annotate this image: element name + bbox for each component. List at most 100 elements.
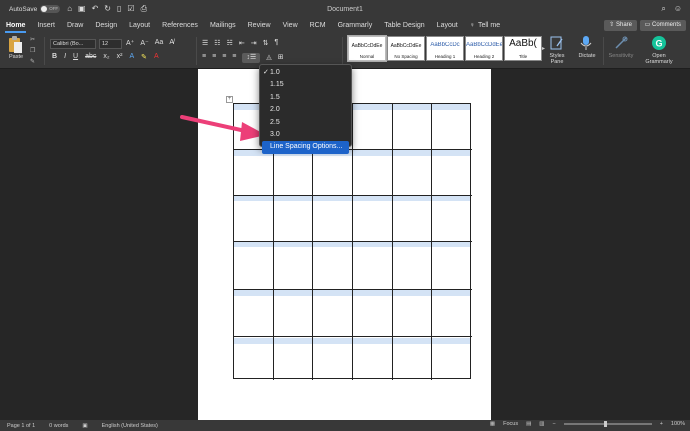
grow-font-icon[interactable]: A⁺ [126,39,134,47]
save-icon[interactable]: ▣ [78,4,86,14]
superscript-icon[interactable]: x² [117,53,123,61]
tab-draw[interactable]: Draw [61,18,89,33]
tab-view[interactable]: View [277,18,304,33]
zoom-slider-thumb[interactable] [603,421,607,427]
style-heading-1[interactable]: AaBbCcDc Heading 1 [426,36,464,61]
font-color-icon[interactable]: A [154,53,159,61]
subscript-icon[interactable]: x₂ [103,53,109,61]
font-size-select[interactable]: 12 [99,39,122,49]
line-spacing-item[interactable]: 3.0 [260,129,351,141]
language-status[interactable]: English (United States) [102,423,158,429]
underline-icon[interactable]: U [73,53,78,61]
tell-me[interactable]: ♀ Tell me [464,18,506,33]
zoom-slider[interactable] [563,421,652,427]
grammarly-icon[interactable]: G [652,36,666,50]
tab-rcm[interactable]: RCM [304,18,332,33]
comments-button[interactable]: ▭ Comments [639,20,686,31]
sort-icon[interactable]: ⇅ [263,39,269,47]
style-no-spacing[interactable]: AaBbCcDdEe No Spacing [387,36,425,61]
italic-icon[interactable]: I [64,53,66,61]
pilcrow-icon[interactable]: ¶ [274,39,278,47]
styles-pane-icon[interactable] [550,36,564,50]
check-icon[interactable]: ☑ [127,4,134,14]
redo-icon[interactable]: ↻ [104,4,111,14]
line-spacing-item[interactable]: 2.5 [260,117,351,129]
decrease-indent-icon[interactable]: ⇤ [239,39,245,47]
shrink-font-icon[interactable]: A⁻ [140,39,148,47]
line-spacing-button[interactable]: ↕☰ [242,53,261,63]
tab-table-layout[interactable]: Layout [431,18,464,33]
proofing-icon[interactable]: ▣ [82,423,87,429]
tab-references[interactable]: References [156,18,204,33]
tab-mailings[interactable]: Mailings [204,18,242,33]
align-right-icon[interactable]: ≡ [222,53,226,63]
bullets-icon[interactable]: ☰ [202,39,208,47]
style-heading-2[interactable]: AaBbCcDdEe Heading 2 [465,36,503,61]
style-title[interactable]: AaBb( Title [504,36,542,61]
clipboard-icon[interactable] [7,36,23,54]
zoom-in-icon[interactable]: + [660,421,663,427]
autosave-toggle[interactable]: OFF [40,5,61,13]
tab-table-design[interactable]: Table Design [378,18,430,33]
ribbon-tabs: Home Insert Draw Design Layout Reference… [0,18,690,33]
home-icon[interactable]: ⌂ [67,4,72,14]
cut-icon[interactable]: ✂ [30,36,35,43]
increase-indent-icon[interactable]: ⇥ [251,39,257,47]
share-button[interactable]: ⇧ Share [604,20,637,31]
tab-design[interactable]: Design [89,18,123,33]
tab-review[interactable]: Review [242,18,277,33]
align-left-icon[interactable]: ≡ [202,53,206,63]
line-spacing-item[interactable]: 2.0 [260,104,351,116]
tab-grammarly[interactable]: Grammarly [332,18,379,33]
new-doc-icon[interactable]: ▯ [117,4,121,14]
bold-icon[interactable]: B [52,53,57,61]
tab-insert[interactable]: Insert [31,18,61,33]
change-case-icon[interactable]: Aa [155,39,164,47]
highlight-icon[interactable]: ✎ [141,53,147,61]
styles-gallery-more-icon[interactable]: ▸ [542,45,545,52]
copy-icon[interactable]: ❐ [30,47,35,54]
divider [342,37,343,65]
table-move-handle-icon[interactable]: + [226,96,233,103]
justify-icon[interactable]: ≡ [232,53,236,63]
title-bar: AutoSave OFF ⌂ ▣ ↶ ↻ ▯ ☑ ⎙ Document1 ⌕ ☺ [0,0,690,18]
table-column-border [431,104,432,380]
dictate-label: Dictate [578,53,596,59]
tab-home[interactable]: Home [0,18,31,33]
line-spacing-item[interactable]: 1.5 [260,92,351,104]
autosave[interactable]: AutoSave OFF [9,5,61,13]
status-bar: Page 1 of 1 0 words ▣ English (United St… [0,420,690,431]
comment-icon: ▭ [644,22,652,28]
search-icon[interactable]: ⌕ [661,4,665,14]
account-icon[interactable]: ☺ [674,4,682,14]
print-icon[interactable]: ⎙ [141,4,147,14]
sensitivity-icon[interactable] [614,36,628,50]
paragraph-tools-bottom: ≡ ≡ ≡ ≡ ↕☰ ◬ ⊞ [202,53,284,63]
line-spacing-item[interactable]: ✓ 1.0 [260,67,351,79]
multilevel-list-icon[interactable]: ☵ [227,39,233,47]
lightbulb-icon: ♀ [469,22,475,29]
strikethrough-icon[interactable]: abc [85,53,96,61]
print-layout-icon[interactable]: ▤ [526,421,531,427]
borders-icon[interactable]: ⊞ [278,53,284,63]
focus-icon[interactable]: ▦ [490,421,495,427]
numbering-icon[interactable]: ☷ [214,39,220,47]
line-spacing-item[interactable]: 1.15 [260,79,351,91]
word-count[interactable]: 0 words [49,423,68,429]
text-effects-icon[interactable]: A [129,53,134,61]
web-layout-icon[interactable]: ▥ [539,421,544,427]
zoom-out-icon[interactable]: − [552,421,555,427]
microphone-icon[interactable] [580,36,592,51]
clear-format-icon[interactable]: A̸ [169,39,174,47]
line-spacing-options-item[interactable]: Line Spacing Options... [262,141,349,154]
style-normal[interactable]: AaBbCcDdEe Normal [348,36,386,61]
tab-layout[interactable]: Layout [123,18,156,33]
focus-label[interactable]: Focus [503,421,518,427]
format-painter-icon[interactable]: ✎ [30,58,35,65]
font-name-select[interactable]: Calibri (Bo... [50,39,96,49]
table-row-border [234,241,472,242]
undo-icon[interactable]: ↶ [92,4,99,14]
align-center-icon[interactable]: ≡ [212,53,216,63]
zoom-level[interactable]: 100% [671,421,685,427]
shading-icon[interactable]: ◬ [266,53,271,63]
